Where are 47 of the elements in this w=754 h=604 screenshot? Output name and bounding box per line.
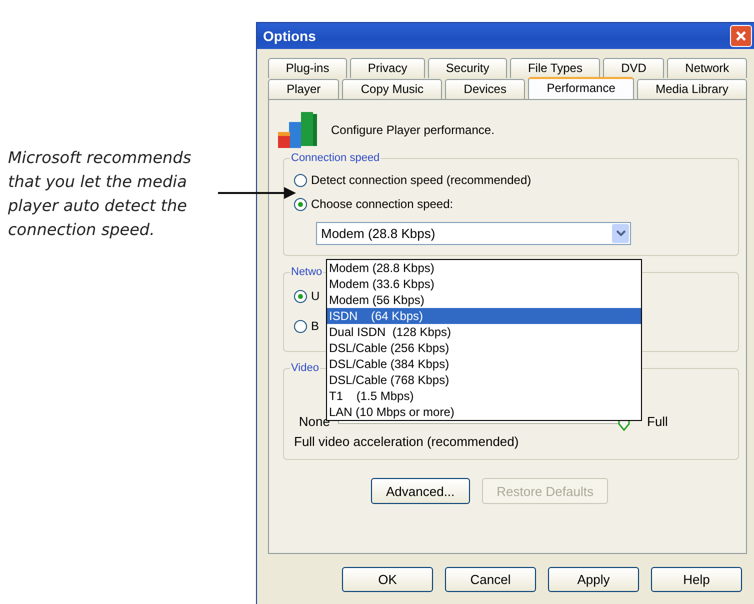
group-label: Connection speed xyxy=(290,152,381,164)
radio-label: U xyxy=(311,289,320,303)
dialog-button[interactable]: Help xyxy=(651,567,742,592)
list-option[interactable]: DSL/Cable (384 Kbps) xyxy=(327,356,641,372)
tab[interactable]: Plug-ins xyxy=(268,58,348,78)
list-option[interactable]: DSL/Cable (768 Kbps) xyxy=(327,372,641,388)
tab[interactable]: Performance xyxy=(528,77,634,100)
advanced-button[interactable]: Advanced... xyxy=(371,478,470,504)
radio-button[interactable] xyxy=(294,198,307,210)
close-icon xyxy=(735,30,747,42)
radio-button[interactable] xyxy=(294,320,307,332)
group-label: Video xyxy=(290,362,320,374)
list-option[interactable]: Modem (33.6 Kbps) xyxy=(327,276,641,292)
list-option[interactable]: ISDN (64 Kbps) xyxy=(327,308,641,324)
tab[interactable]: Network xyxy=(667,58,748,78)
speed-dropdown[interactable]: Modem (28.8 Kbps) xyxy=(316,222,631,245)
list-option[interactable]: T1 (1.5 Mbps) xyxy=(327,388,641,404)
list-option[interactable]: DSL/Cable (256 Kbps) xyxy=(327,340,641,356)
tab[interactable]: Security xyxy=(428,58,508,78)
tab[interactable]: Privacy xyxy=(350,58,426,78)
tab[interactable]: Media Library xyxy=(637,79,747,99)
tab[interactable]: Devices xyxy=(445,79,526,99)
list-option[interactable]: Modem (56 Kbps) xyxy=(327,292,641,308)
dialog-button[interactable]: Cancel xyxy=(445,567,536,592)
list-option[interactable]: Modem (28.8 Kbps) xyxy=(327,260,641,276)
radio-label: B xyxy=(311,319,320,333)
tab[interactable]: Player xyxy=(268,79,340,99)
list-option[interactable]: Dual ISDN (128 Kbps) xyxy=(327,324,641,340)
radio-label: Choose connection speed: xyxy=(311,197,454,211)
chevron-down-icon xyxy=(616,230,626,237)
radio-button[interactable] xyxy=(294,174,307,186)
header-text: Configure Player performance. xyxy=(331,123,494,137)
tab[interactable]: DVD xyxy=(603,58,664,78)
slider-min-label: None xyxy=(298,414,330,428)
radio-button[interactable] xyxy=(294,290,307,302)
close-button[interactable] xyxy=(730,25,752,47)
dialog-button[interactable]: OK xyxy=(342,567,433,592)
slider-max-label: Full xyxy=(647,414,668,428)
list-option[interactable]: LAN (10 Mbps or more) xyxy=(327,404,641,420)
callout-text: Microsoft recommends that you let the media player auto detect the connection speed. xyxy=(8,147,192,241)
slider-caption: Full video acceleration (recommended) xyxy=(294,434,520,449)
window-title: Options xyxy=(263,28,316,44)
group-label: Netwo xyxy=(290,266,324,278)
tab[interactable]: Copy Music xyxy=(342,79,442,99)
radio-label: Detect connection speed (recommended) xyxy=(311,173,532,187)
dialog-button[interactable]: Apply xyxy=(548,567,639,592)
tab[interactable]: File Types xyxy=(510,58,600,78)
